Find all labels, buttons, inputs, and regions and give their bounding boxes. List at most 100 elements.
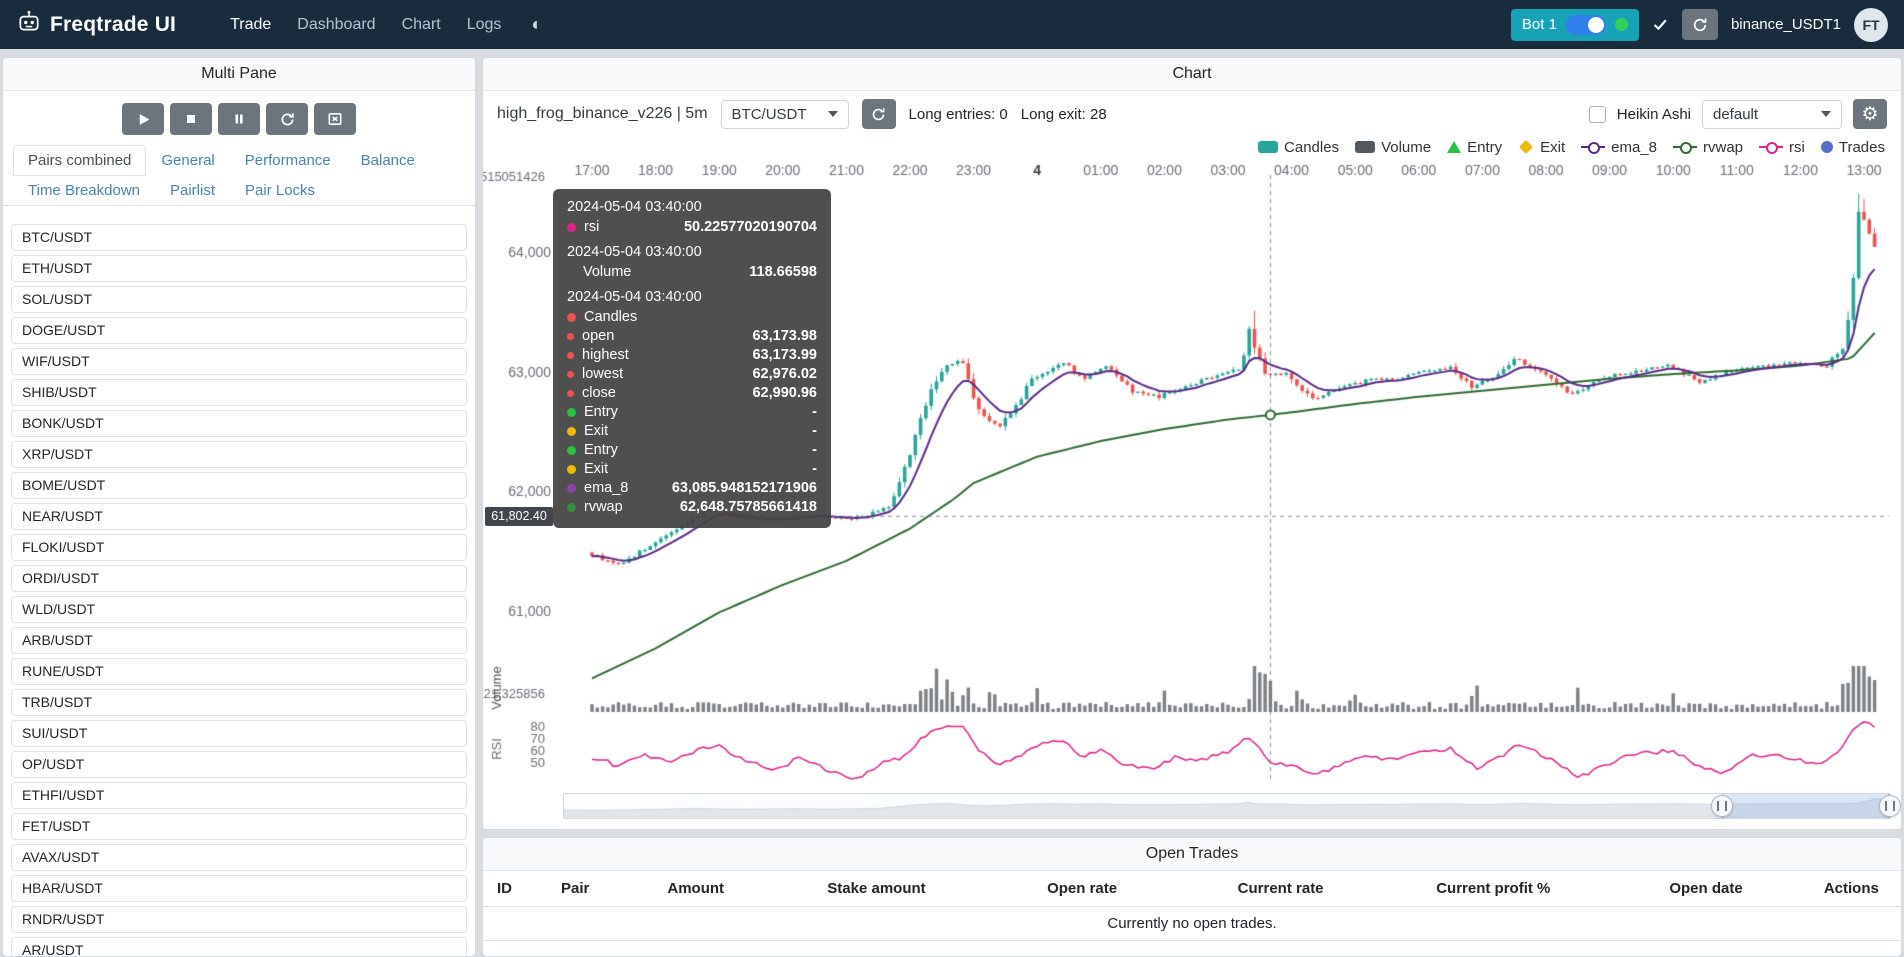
pair-list-item[interactable]: RNDR/USDT: [11, 906, 467, 933]
legend-Exit[interactable]: Exit: [1518, 139, 1565, 156]
strategy-label: high_frog_binance_v226 | 5m: [497, 105, 708, 123]
dot-dot-icon: [567, 352, 574, 359]
legend-ema_8[interactable]: ema_8: [1581, 139, 1657, 156]
chart-toolbar: high_frog_binance_v226 | 5m BTC/USDT Lon…: [483, 91, 1901, 135]
Candles-marker-icon: [1258, 141, 1278, 153]
legend-Entry[interactable]: Entry: [1447, 139, 1502, 156]
chart-legend: Candles Volume Entry Exit ema_8 rvwap rsi Trade…: [483, 135, 1901, 161]
pair-list-item[interactable]: TRB/USDT: [11, 689, 467, 716]
tooltip-row-ema_8: ema_863,085.948152171906: [567, 480, 817, 496]
app-title: Freqtrade UI: [50, 13, 176, 37]
pair-list-item[interactable]: ARB/USDT: [11, 627, 467, 654]
tooltip-row-Entry: Entry-: [567, 442, 817, 458]
nav-dashboard[interactable]: Dashboard: [297, 16, 375, 34]
clear-table-button[interactable]: [314, 103, 356, 135]
bot-selector[interactable]: Bot 1: [1511, 9, 1639, 41]
pair-list-item[interactable]: AR/USDT: [11, 937, 467, 956]
plot-settings-button[interactable]: ⚙: [1853, 99, 1887, 129]
play-button[interactable]: [122, 103, 164, 135]
reload-config-button[interactable]: [266, 103, 308, 135]
reload-bot-button[interactable]: [1682, 9, 1718, 40]
tab-pairlist[interactable]: Pairlist: [155, 175, 230, 206]
avatar[interactable]: FT: [1854, 8, 1888, 42]
pair-list-item[interactable]: HBAR/USDT: [11, 875, 467, 902]
legend-rvwap[interactable]: rvwap: [1673, 139, 1743, 156]
pair-list-item[interactable]: AVAX/USDT: [11, 844, 467, 871]
empty-trades-message: Currently no open trades.: [483, 907, 1901, 941]
ema-dot-icon: [567, 484, 576, 493]
pair-list-item[interactable]: DOGE/USDT: [11, 317, 467, 344]
long-exit-label: Long exit: 28: [1021, 106, 1107, 123]
tooltip-row-open: open63,173.98: [567, 328, 817, 344]
plot-config-select[interactable]: default: [1702, 100, 1842, 129]
pair-list-item[interactable]: BOME/USDT: [11, 472, 467, 499]
tab-time-breakdown[interactable]: Time Breakdown: [13, 175, 155, 206]
pair-list-item[interactable]: SUI/USDT: [11, 720, 467, 747]
pair-list-item[interactable]: ETH/USDT: [11, 255, 467, 282]
tooltip-row-Exit: Exit-: [567, 461, 817, 477]
legend-label: Candles: [1284, 139, 1339, 156]
tab-balance[interactable]: Balance: [346, 145, 430, 176]
bot-name: Bot 1: [1522, 16, 1557, 33]
pair-list-item[interactable]: FLOKI/USDT: [11, 534, 467, 561]
rsi-dot-icon: [567, 223, 576, 232]
pair-list-item[interactable]: BTC/USDT: [11, 224, 467, 251]
stop-button[interactable]: [170, 103, 212, 135]
chart-header: Chart: [483, 58, 1901, 91]
pair-list-item[interactable]: SHIB/USDT: [11, 379, 467, 406]
datazoom-left-handle[interactable]: [1711, 795, 1733, 817]
pair-list-item[interactable]: ORDI/USDT: [11, 565, 467, 592]
col-id: ID: [483, 871, 533, 907]
rsi-marker-icon: [1759, 146, 1783, 148]
tooltip-timestamp: 2024-05-04 03:40:00: [567, 244, 817, 260]
bot-toggle[interactable]: [1566, 15, 1606, 35]
nav-trade[interactable]: Trade: [230, 16, 271, 34]
col-pair: Pair: [533, 871, 618, 907]
legend-Trades[interactable]: Trades: [1821, 139, 1885, 156]
heikin-ashi-checkbox[interactable]: [1589, 106, 1606, 123]
col-amount: Amount: [618, 871, 774, 907]
Exit-marker-icon: [1519, 140, 1533, 154]
pair-list-item[interactable]: NEAR/USDT: [11, 503, 467, 530]
tab-pair-locks[interactable]: Pair Locks: [230, 175, 330, 206]
entry-dot-icon: [567, 408, 576, 417]
legend-rsi[interactable]: rsi: [1759, 139, 1805, 156]
pair-select-value: BTC/USDT: [732, 106, 807, 123]
long-entries-label: Long entries: 0: [909, 106, 1008, 123]
tooltip-row-lowest: lowest62,976.02: [567, 366, 817, 382]
col-current-rate: Current rate: [1185, 871, 1376, 907]
datazoom-canvas: [564, 794, 1890, 818]
pair-list-item[interactable]: RUNE/USDT: [11, 658, 467, 685]
tab-pairs-combined[interactable]: Pairs combined: [13, 145, 146, 176]
pair-list-item[interactable]: WIF/USDT: [11, 348, 467, 375]
gear-icon: ⚙: [1861, 105, 1878, 124]
tab-performance[interactable]: Performance: [230, 145, 346, 176]
open-trades-header: Open Trades: [483, 838, 1901, 871]
nav-logs[interactable]: Logs: [467, 16, 502, 34]
pair-list-item[interactable]: WLD/USDT: [11, 596, 467, 623]
nav-chart[interactable]: Chart: [402, 16, 441, 34]
pair-list-item[interactable]: XRP/USDT: [11, 441, 467, 468]
chevron-down-icon: [828, 111, 838, 117]
pair-list-item[interactable]: SOL/USDT: [11, 286, 467, 313]
pair-list-item[interactable]: OP/USDT: [11, 751, 467, 778]
pair-select[interactable]: BTC/USDT: [721, 100, 849, 129]
pair-list-item[interactable]: ETHFI/USDT: [11, 782, 467, 809]
pair-list-item[interactable]: BONK/USDT: [11, 410, 467, 437]
legend-Volume[interactable]: Volume: [1355, 139, 1431, 156]
datazoom-slider[interactable]: [563, 793, 1891, 819]
col-actions: Actions: [1802, 871, 1901, 907]
legend-label: Trades: [1839, 139, 1885, 156]
chart-refresh-button[interactable]: [862, 99, 896, 129]
pair-list-item[interactable]: FET/USDT: [11, 813, 467, 840]
theme-toggle-icon[interactable]: ◐: [531, 14, 542, 35]
tooltip-row-rsi: rsi50.22577020190704: [567, 219, 817, 235]
pause-button[interactable]: [218, 103, 260, 135]
tab-general[interactable]: General: [146, 145, 229, 176]
dot-dot-icon: [567, 333, 574, 340]
tooltip-timestamp: 2024-05-04 03:40:00: [567, 199, 817, 215]
Volume-marker-icon: [1355, 141, 1375, 153]
legend-Candles[interactable]: Candles: [1258, 139, 1339, 156]
datazoom-right-handle[interactable]: [1879, 795, 1901, 817]
plot-config-value: default: [1713, 106, 1758, 123]
